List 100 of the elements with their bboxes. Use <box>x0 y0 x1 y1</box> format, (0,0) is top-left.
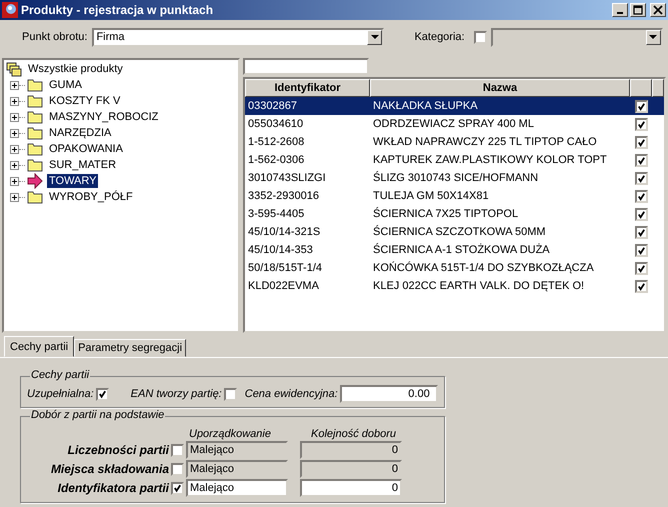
table-row[interactable]: 3-595-4405 ŚCIERNICA 7X25 TIPTOPOL <box>245 205 664 223</box>
table-cell-text: KAPTUREK ZAW.PLASTIKOWY KOLOR TOPT <box>372 154 608 166</box>
table-cell-text: ODRDZEWIACZ SPRAY 400 ML <box>372 118 535 130</box>
group-title: Cechy partii <box>30 369 90 381</box>
filter-field[interactable] <box>243 58 369 75</box>
table-cell-text: TULEJA GM 50X14X81 <box>372 190 490 202</box>
tree-item[interactable]: KOSZTY FK V <box>47 94 122 108</box>
table-row[interactable]: 50/18/515T-1/4 KOŃCÓWKA 515T-1/4 DO SZYBKOZŁĄCZA <box>245 259 664 277</box>
punkt-dropdown[interactable]: Firma <box>92 28 384 46</box>
checkbox[interactable] <box>634 136 648 148</box>
table-cell-text: 50/18/515T-1/4 <box>247 262 324 274</box>
folder-icon <box>27 125 43 141</box>
kategoria-dropdown[interactable] <box>490 28 663 46</box>
expand-icon[interactable] <box>10 80 19 90</box>
table-row[interactable]: 03302867 NAKŁADKA SŁUPKA <box>245 97 664 115</box>
checkbox[interactable] <box>634 118 648 130</box>
field-label: Liczebności partii <box>66 443 169 457</box>
field-label: Miejsca składowania <box>50 462 169 476</box>
table-row[interactable]: 3352-2930016 TULEJA GM 50X14X81 <box>245 187 664 205</box>
table-cell-text: NAKŁADKA SŁUPKA <box>372 100 479 112</box>
expand-icon[interactable] <box>10 96 19 106</box>
expand-icon[interactable] <box>10 192 19 202</box>
minimize-icon <box>617 12 623 14</box>
table-cell-text: KOŃCÓWKA 515T-1/4 DO SZYBKOZŁĄCZA <box>372 262 595 274</box>
checkbox[interactable] <box>96 388 109 400</box>
tree-item[interactable]: OPAKOWANIA <box>47 142 125 156</box>
folder-icon <box>27 141 43 157</box>
tree-item[interactable]: Wszystkie produkty <box>26 62 125 76</box>
table-cell-text: WKŁAD NAPRAWCZY 225 TL TIPTOP CAŁO <box>372 136 598 148</box>
maximize-button[interactable] <box>630 3 646 17</box>
tab[interactable]: Parametry segregacji <box>74 339 186 357</box>
table-cell-text: KLD022EVMA <box>247 280 320 292</box>
price-field[interactable]: 0.00 <box>340 385 438 403</box>
table-row[interactable]: 055034610 ODRDZEWIACZ SPRAY 400 ML <box>245 115 664 133</box>
column-header[interactable]: Identyfikator <box>245 79 370 97</box>
checkbox[interactable] <box>224 388 237 400</box>
table-cell-text: KLEJ 022CC EARTH VALK. DO DĘTEK O! <box>372 280 586 292</box>
kategoria-label: Kategoria: <box>414 31 465 43</box>
table-cell-text: ŚCIERNICA SZCZOTKOWA 50MM <box>372 226 547 238</box>
table-cell-text: 3-595-4405 <box>247 208 306 220</box>
table-cell-text: 03302867 <box>247 100 298 112</box>
checkbox[interactable] <box>634 262 648 274</box>
close-button[interactable] <box>650 3 666 17</box>
table-cell-text: 3352-2930016 <box>247 190 320 202</box>
order-field[interactable]: Malejąco <box>186 460 288 478</box>
minimize-button[interactable] <box>612 3 628 17</box>
folder-icon <box>27 93 43 109</box>
app-icon <box>2 2 18 18</box>
window-title: Produkty - rejestracja w punktach <box>21 3 214 17</box>
tree-item[interactable]: GUMA <box>47 78 84 92</box>
sequence-field[interactable]: 0 <box>300 441 402 459</box>
sequence-field[interactable]: 0 <box>300 479 402 497</box>
checkbox[interactable] <box>171 444 184 456</box>
folder-icon <box>27 189 43 205</box>
checkbox[interactable] <box>634 172 648 184</box>
tree-item[interactable]: SUR_MATER <box>47 158 118 172</box>
table-row[interactable]: 1-562-0306 KAPTUREK ZAW.PLASTIKOWY KOLOR TOPT <box>245 151 664 169</box>
checkbox[interactable] <box>634 190 648 202</box>
expand-icon[interactable] <box>10 160 19 170</box>
checkbox[interactable] <box>171 482 184 494</box>
order-field[interactable]: Malejąco <box>186 441 288 459</box>
tree-item[interactable]: WYROBY_PÓŁF <box>47 190 135 204</box>
checkbox[interactable] <box>634 100 648 112</box>
folder-icon <box>27 77 43 93</box>
sequence-field[interactable]: 0 <box>300 460 402 478</box>
table-row[interactable]: 45/10/14-321S ŚCIERNICA SZCZOTKOWA 50MM <box>245 223 664 241</box>
folder-icon <box>27 109 43 125</box>
caret-icon <box>370 34 379 40</box>
checkbox[interactable] <box>634 154 648 166</box>
expand-icon[interactable] <box>10 128 19 138</box>
column-header[interactable]: Nazwa <box>370 79 630 97</box>
close-icon <box>653 5 663 15</box>
checkbox[interactable] <box>634 226 648 238</box>
table-row[interactable]: 45/10/14-353 ŚCIERNICA A-1 STOŻKOWA DUŻA <box>245 241 664 259</box>
table-row[interactable]: 3010743SLIZGI ŚLIZG 3010743 SICE/HOFMANN <box>245 169 664 187</box>
table-row[interactable]: KLD022EVMA KLEJ 022CC EARTH VALK. DO DĘTEK O! <box>245 277 664 295</box>
checkbox[interactable] <box>171 462 184 476</box>
table-cell-text: ŚLIZG 3010743 SICE/HOFMANN <box>372 172 540 184</box>
tab[interactable]: Cechy partii <box>4 336 74 357</box>
tree-item[interactable]: NARZĘDZIA <box>47 126 114 140</box>
expand-icon[interactable] <box>10 144 19 154</box>
field-label: EAN tworzy partię: <box>130 388 222 400</box>
kategoria-checkbox[interactable] <box>474 30 487 44</box>
maximize-icon <box>633 5 643 15</box>
field-label: Cena ewidencyjna: <box>244 388 338 400</box>
table-cell-text: 3010743SLIZGI <box>247 172 327 184</box>
table-cell-text: 1-562-0306 <box>247 154 306 166</box>
column-header[interactable] <box>630 79 652 97</box>
checkbox[interactable] <box>634 244 648 256</box>
punkt-label: Punkt obrotu: <box>22 31 88 43</box>
tree-item[interactable]: MASZYNY_ROBOCIZ <box>47 110 160 124</box>
checkbox[interactable] <box>634 208 648 220</box>
checkbox[interactable] <box>634 280 648 292</box>
expand-icon[interactable] <box>10 176 19 186</box>
tree-item[interactable]: TOWARY <box>47 174 98 188</box>
table-row[interactable]: 1-512-2608 WKŁAD NAPRAWCZY 225 TL TIPTOP CAŁO <box>245 133 664 151</box>
table-cell-text: 1-512-2608 <box>247 136 306 148</box>
expand-icon[interactable] <box>10 112 19 122</box>
order-field[interactable]: Malejąco <box>186 479 288 497</box>
column-label: Kolejność doboru <box>310 428 398 440</box>
